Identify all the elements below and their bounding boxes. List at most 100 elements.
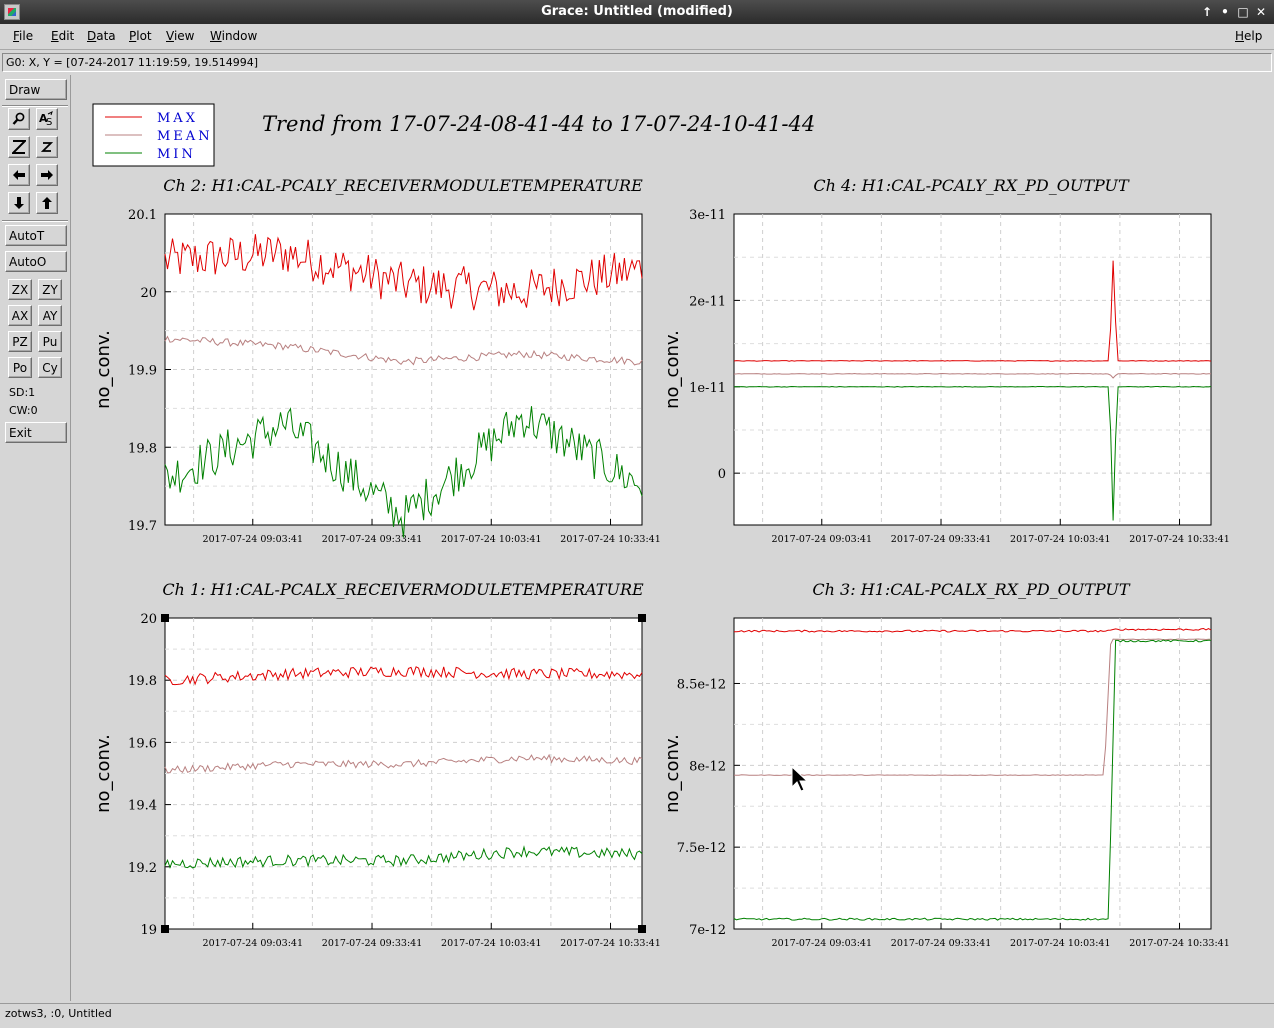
y-tick-label: 7.5e-12 <box>677 841 726 856</box>
menu-plot[interactable]: Plot <box>129 29 152 43</box>
app-icon[interactable] <box>4 4 20 20</box>
y-axis-label: no_conv. <box>93 330 114 409</box>
zoom-in-icon[interactable] <box>8 136 30 158</box>
stack-depth-label: SD:1 <box>9 386 36 399</box>
x-tick-label: 2017-07-24 10:33:41 <box>1129 938 1229 949</box>
zy-button[interactable]: ZY <box>38 279 62 300</box>
y-tick-label: 19.9 <box>128 364 157 379</box>
scroll-up-icon[interactable] <box>36 192 58 214</box>
scroll-right-icon[interactable] <box>36 164 58 186</box>
locator-display: G0: X, Y = [07-24-2017 11:19:59, 19.5149… <box>2 53 1272 72</box>
pu-button[interactable]: Pu <box>38 331 62 352</box>
y-tick-label: 19.8 <box>128 441 157 456</box>
selection-handle[interactable] <box>638 614 646 622</box>
zoom-out-icon[interactable] <box>36 136 58 158</box>
left-toolbar: Draw AS AutoT AutoO ZX ZY AX AY PZ Pu Po… <box>0 75 71 1001</box>
plot-frame[interactable] <box>733 617 1212 930</box>
selection-handle[interactable] <box>638 925 646 933</box>
selection-handle[interactable] <box>161 614 169 622</box>
ax-button[interactable]: AX <box>8 305 32 326</box>
x-tick-label: 2017-07-24 10:03:41 <box>441 938 541 949</box>
close-icon[interactable]: ✕ <box>1254 0 1268 24</box>
y-tick-label: 0 <box>718 467 726 482</box>
svg-text:S: S <box>46 117 52 127</box>
pz-button[interactable]: PZ <box>8 331 32 352</box>
y-tick-label: 19.8 <box>128 674 157 689</box>
page-title: Trend from 17-07-24-08-41-44 to 17-07-24… <box>262 112 815 136</box>
y-tick-label: 19.4 <box>128 799 157 814</box>
maximize-icon[interactable]: □ <box>1236 0 1250 24</box>
plot-panel-1[interactable]: Ch 2: H1:CAL-PCALY_RECEIVERMODULETEMPERA… <box>93 176 661 545</box>
y-tick-label: 20.1 <box>128 208 157 223</box>
autot-button[interactable]: AutoT <box>5 225 67 246</box>
y-tick-label: 20 <box>140 612 157 627</box>
x-tick-label: 2017-07-24 09:33:41 <box>891 938 991 949</box>
minimize-icon[interactable]: • <box>1218 0 1232 24</box>
legend-mean: MEAN <box>157 129 213 144</box>
plot-frame[interactable] <box>733 213 1212 526</box>
raise-icon[interactable]: ↑ <box>1200 0 1214 24</box>
y-axis-label: no_conv. <box>662 330 683 409</box>
y-tick-label: 7e-12 <box>689 923 726 938</box>
plot-frame[interactable] <box>164 617 643 930</box>
x-tick-label: 2017-07-24 10:33:41 <box>560 534 660 545</box>
y-tick-label: 19.6 <box>128 736 157 751</box>
scroll-down-icon[interactable] <box>8 192 30 214</box>
y-axis-label: no_conv. <box>93 734 114 813</box>
x-tick-label: 2017-07-24 09:33:41 <box>322 534 422 545</box>
x-tick-label: 2017-07-24 10:03:41 <box>441 534 541 545</box>
y-tick-label: 3e-11 <box>689 208 726 223</box>
plot-panel-3[interactable]: Ch 1: H1:CAL-PCALX_RECEIVERMODULETEMPERA… <box>93 580 661 949</box>
scroll-left-icon[interactable] <box>8 164 30 186</box>
y-tick-label: 8.5e-12 <box>677 677 726 692</box>
menu-bar: File Edit Data Plot View Window Help <box>0 24 1274 50</box>
cy-button[interactable]: Cy <box>38 357 62 378</box>
x-tick-label: 2017-07-24 09:03:41 <box>203 534 303 545</box>
y-tick-label: 19.7 <box>128 519 157 534</box>
y-tick-label: 2e-11 <box>689 294 726 309</box>
plot-frame[interactable] <box>164 213 643 526</box>
x-tick-label: 2017-07-24 09:33:41 <box>891 534 991 545</box>
menu-data[interactable]: Data <box>87 29 116 43</box>
menu-help[interactable]: Help <box>1235 29 1262 43</box>
exit-button[interactable]: Exit <box>5 422 67 443</box>
plot-title: Ch 2: H1:CAL-PCALY_RECEIVERMODULETEMPERA… <box>163 176 643 195</box>
x-tick-label: 2017-07-24 09:03:41 <box>772 938 872 949</box>
current-world-label: CW:0 <box>9 404 38 417</box>
plot-canvas[interactable]: MAX MEAN MIN Trend from 17-07-24-08-41-4… <box>72 75 1270 1001</box>
selection-handle[interactable] <box>161 925 169 933</box>
window-title: Grace: Untitled (modified) <box>541 4 733 19</box>
legend[interactable]: MAX MEAN MIN <box>92 103 215 167</box>
plot-panel-2[interactable]: Ch 4: H1:CAL-PCALY_RX_PD_OUTPUT no_conv. 0… <box>662 176 1230 545</box>
legend-min: MIN <box>157 147 196 162</box>
x-tick-label: 2017-07-24 10:33:41 <box>560 938 660 949</box>
legend-max: MAX <box>157 111 198 126</box>
zoom-icon[interactable] <box>8 108 30 130</box>
y-tick-label: 1e-11 <box>689 381 726 396</box>
menu-edit[interactable]: Edit <box>51 29 74 43</box>
po-button[interactable]: Po <box>8 357 32 378</box>
autoo-button[interactable]: AutoO <box>5 251 67 272</box>
x-tick-label: 2017-07-24 09:33:41 <box>322 938 422 949</box>
y-tick-label: 8e-12 <box>689 759 726 774</box>
status-bar: zotws3, :0, Untitled <box>0 1003 1274 1028</box>
x-tick-label: 2017-07-24 10:03:41 <box>1010 938 1110 949</box>
title-bar: Grace: Untitled (modified) ↑ • □ ✕ <box>0 0 1274 24</box>
plot-title: Ch 4: H1:CAL-PCALY_RX_PD_OUTPUT <box>813 176 1130 195</box>
menu-view[interactable]: View <box>166 29 194 43</box>
x-tick-label: 2017-07-24 10:03:41 <box>1010 534 1110 545</box>
y-axis-label: no_conv. <box>662 734 683 813</box>
y-tick-label: 19.2 <box>128 861 157 876</box>
ay-button[interactable]: AY <box>38 305 62 326</box>
y-tick-label: 20 <box>140 286 157 301</box>
x-tick-label: 2017-07-24 09:03:41 <box>203 938 303 949</box>
draw-button[interactable]: Draw <box>5 79 67 100</box>
menu-file[interactable]: File <box>13 29 33 43</box>
plot-title: Ch 3: H1:CAL-PCALX_RX_PD_OUTPUT <box>812 580 1130 599</box>
autoscale-text-icon[interactable]: AS <box>36 108 58 130</box>
y-tick-label: 19 <box>140 923 157 938</box>
menu-window[interactable]: Window <box>210 29 257 43</box>
plot-panel-4[interactable]: Ch 3: H1:CAL-PCALX_RX_PD_OUTPUT no_conv. 7… <box>662 580 1230 949</box>
x-tick-label: 2017-07-24 09:03:41 <box>772 534 872 545</box>
zx-button[interactable]: ZX <box>8 279 32 300</box>
